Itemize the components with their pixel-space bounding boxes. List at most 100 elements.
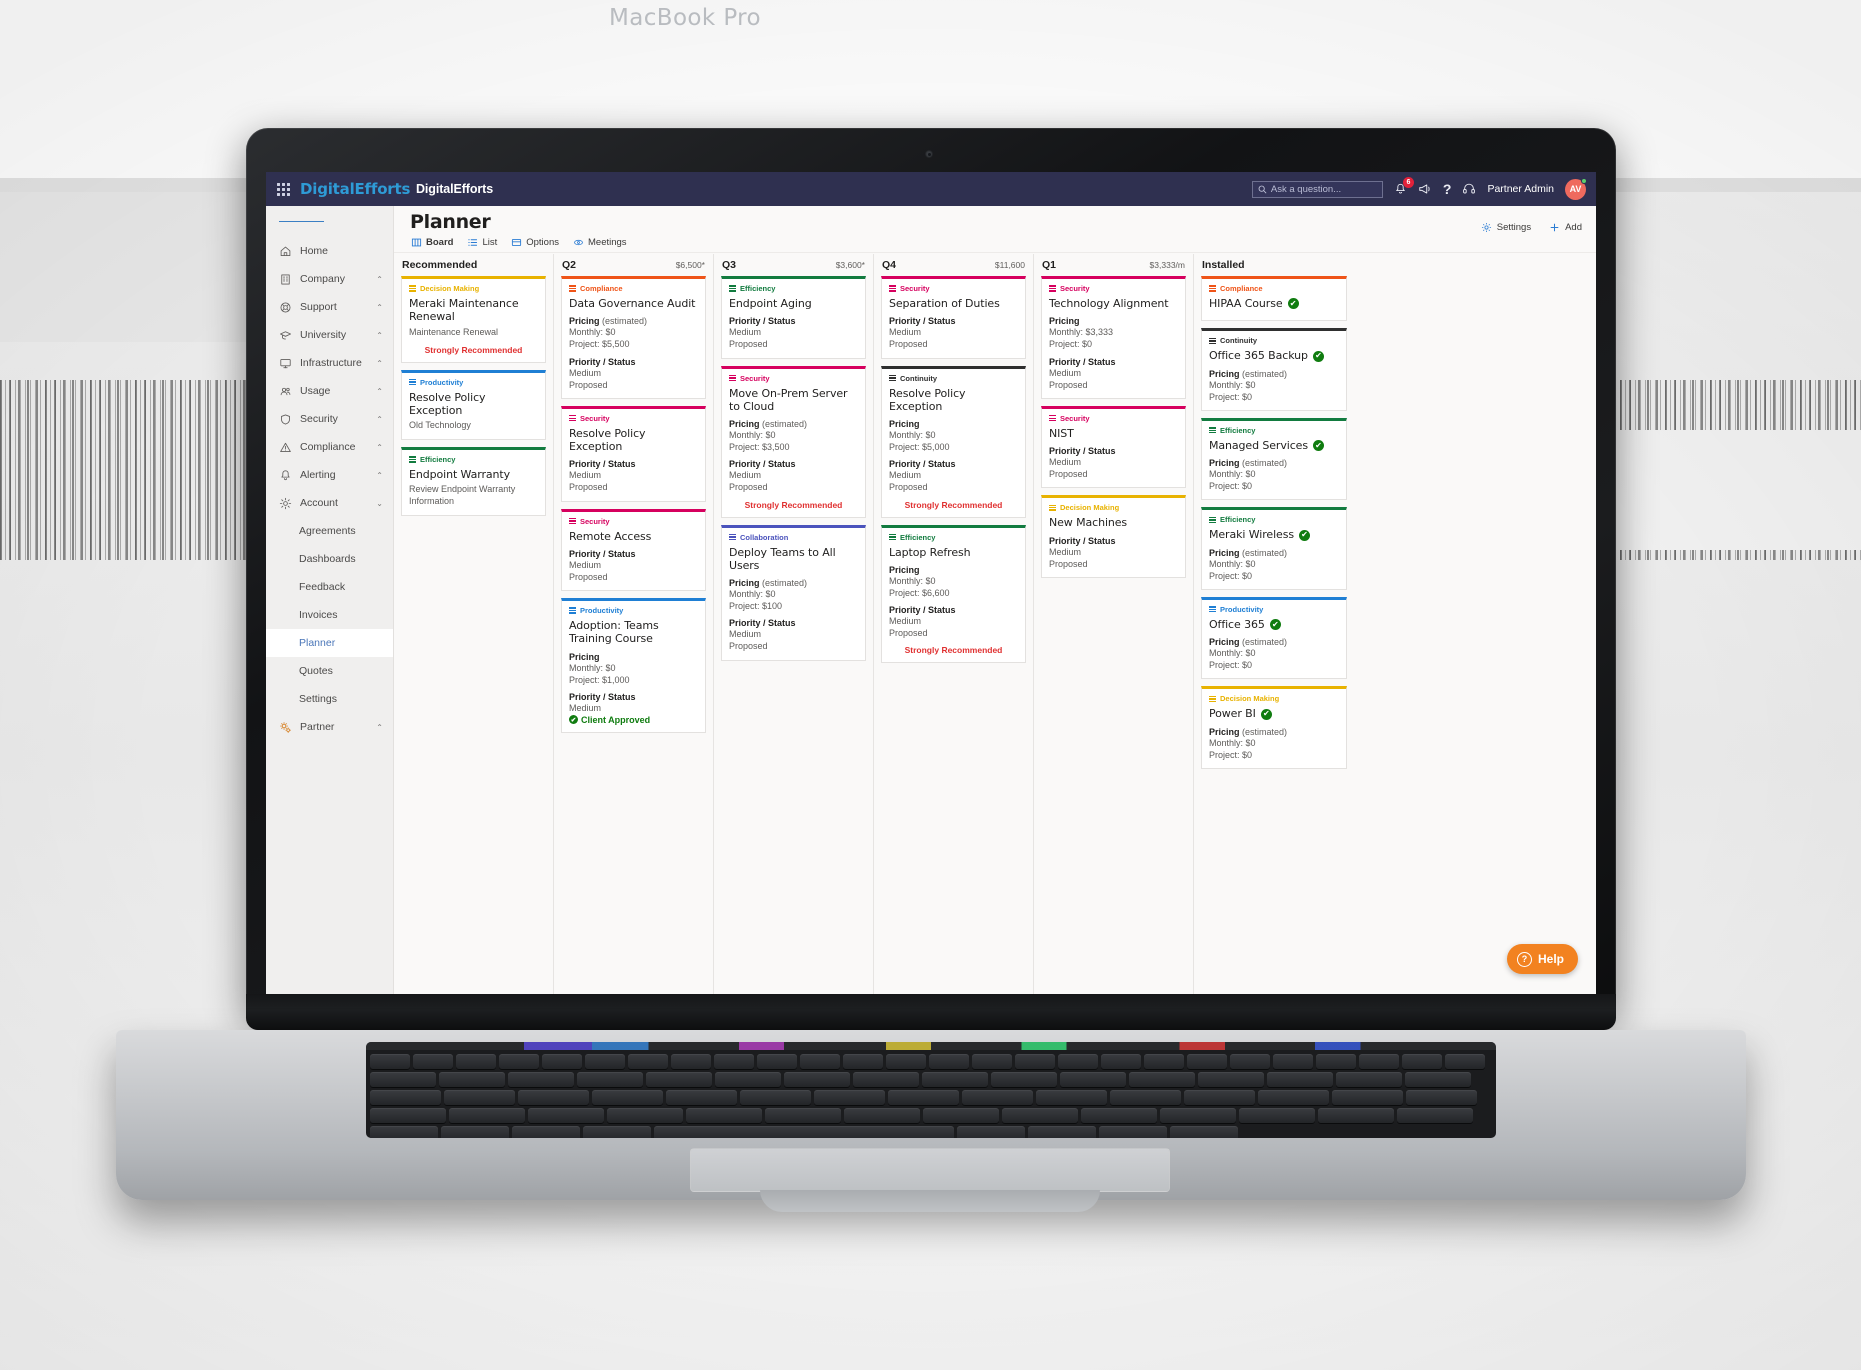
sidebar-item-security[interactable]: Security ⌃	[266, 405, 393, 433]
sidebar-item-usage[interactable]: Usage ⌃	[266, 377, 393, 405]
tab-list[interactable]: List	[467, 237, 497, 248]
hamburger-icon[interactable]	[266, 206, 393, 237]
card-category-label: Continuity	[900, 373, 938, 383]
card-title: Power BI ✔	[1209, 707, 1339, 720]
card-pricing-block: Pricing Monthly: $0 Project: $6,600	[889, 565, 1018, 599]
sidebar-item-support[interactable]: Support ⌃	[266, 293, 393, 321]
pricing-project: Project: $1,000	[569, 674, 630, 685]
planner-card[interactable]: Productivity Office 365 ✔ Pricing (estimate…	[1201, 596, 1347, 680]
user-name[interactable]: Partner Admin	[1487, 183, 1554, 195]
planner-card[interactable]: Continuity Office 365 Backup ✔ Pricing (est…	[1201, 328, 1347, 411]
tab-meetings[interactable]: Meetings	[573, 237, 627, 248]
installed-check-icon: ✔	[1287, 298, 1299, 310]
card-title-text: Deploy Teams to All Users	[729, 545, 836, 572]
card-title-text: Data Governance Audit	[569, 297, 696, 310]
planner-card[interactable]: Security Resolve Policy Exception Priority…	[561, 405, 706, 502]
page-title: Planner	[410, 211, 491, 233]
planner-card[interactable]: Security NIST Priority / Status Medium Propo…	[1041, 405, 1186, 489]
card-category: Compliance	[569, 284, 698, 293]
sidebar-item-alerting[interactable]: Alerting ⌃	[266, 461, 393, 489]
planner-card[interactable]: Decision Making Power BI ✔ Pricing (estimat…	[1201, 686, 1347, 769]
question-circle-icon: ?	[1516, 951, 1532, 967]
sidebar-item-quotes[interactable]: Quotes	[266, 657, 393, 685]
sidebar-item-compliance[interactable]: Compliance ⌃	[266, 433, 393, 461]
card-category-label: Decision Making	[1060, 503, 1120, 513]
priority-status-label: Priority / Status	[1049, 356, 1116, 367]
planner-card[interactable]: Decision Making New Machines Priority / St…	[1041, 495, 1186, 578]
add-button[interactable]: Add	[1549, 222, 1582, 233]
sidebar-item-planner[interactable]: Planner	[266, 629, 393, 657]
planner-card[interactable]: Security Remote Access Priority / Status Me…	[561, 508, 706, 591]
sidebar-item-invoices[interactable]: Invoices	[266, 601, 393, 629]
sidebar-item-university[interactable]: University ⌃	[266, 321, 393, 349]
tab-board[interactable]: Board	[411, 237, 453, 248]
column-header: Recommended	[401, 254, 546, 276]
planner-card[interactable]: Efficiency Managed Services ✔ Pricing (esti…	[1201, 417, 1347, 501]
pricing-note: (estimated)	[602, 316, 648, 327]
card-category-label: Security	[1060, 284, 1090, 293]
options-icon	[511, 237, 522, 248]
pricing-label-text: Pricing	[729, 419, 760, 430]
planner-card[interactable]: Efficiency Meraki Wireless ✔ Pricing (estim…	[1201, 507, 1347, 590]
brand-logo[interactable]: DigitalEfforts	[300, 180, 410, 198]
lines-icon	[409, 456, 416, 463]
planner-card[interactable]: Decision Making Meraki Maintenance Renewa…	[401, 276, 546, 363]
sidebar-item-company[interactable]: Company ⌃	[266, 265, 393, 293]
planner-card[interactable]: Security Technology Alignment Pricing Month…	[1041, 276, 1186, 399]
priority-value: Medium	[569, 367, 602, 378]
megaphone-icon[interactable]	[1418, 182, 1432, 196]
planner-card[interactable]: Productivity Resolve Policy Exception Old …	[401, 369, 546, 440]
sidebar-item-home[interactable]: Home	[266, 237, 393, 265]
bell-icon[interactable]: 6	[1394, 176, 1414, 196]
planner-card[interactable]: Efficiency Endpoint Aging Priority / Statu…	[721, 276, 866, 359]
sidebar-subitem-label: Agreements	[299, 525, 356, 537]
card-priority-block: Priority / Status Medium Proposed	[889, 316, 1018, 350]
card-title-text: NIST	[1049, 426, 1074, 440]
pricing-project: Project: $5,000	[889, 442, 950, 453]
question-mark-icon[interactable]: ?	[1443, 181, 1452, 197]
planner-card[interactable]: Productivity Adoption: Teams Training Cou…	[561, 598, 706, 733]
sidebar-item-partner[interactable]: Partner ⌃	[266, 713, 393, 741]
keyboard-key	[1015, 1054, 1055, 1069]
card-list: Compliance HIPAA Course ✔ Continuity Office …	[1201, 276, 1347, 769]
keyboard-key	[1060, 1072, 1126, 1087]
card-pricing-block: Pricing (estimated) Monthly: $0 Project: $…	[1209, 369, 1339, 403]
keyboard-key	[1406, 1090, 1477, 1105]
keyboard-key	[1198, 1072, 1264, 1087]
pricing-label: Pricing (estimated)	[569, 316, 698, 326]
keyboard-key	[583, 1126, 651, 1138]
sidebar-item-dashboards[interactable]: Dashboards	[266, 545, 393, 573]
card-category: Efficiency	[729, 284, 858, 293]
planner-card[interactable]: Compliance HIPAA Course ✔	[1201, 276, 1347, 322]
pricing-project: Project: $0	[1209, 481, 1253, 492]
sidebar-item-settings[interactable]: Settings	[266, 685, 393, 713]
gear-icon	[1481, 222, 1492, 233]
sidebar-item-agreements[interactable]: Agreements	[266, 517, 393, 545]
keyboard-key	[528, 1108, 604, 1123]
waffle-grid-icon[interactable]	[266, 172, 300, 206]
search-input[interactable]: Ask a question...	[1251, 180, 1383, 198]
chevron-up-icon: ⌃	[376, 274, 383, 284]
planner-card[interactable]: Efficiency Endpoint Warranty Review Endpoi…	[401, 447, 546, 516]
tab-options[interactable]: Options	[511, 237, 559, 248]
sidebar-item-feedback[interactable]: Feedback	[266, 573, 393, 601]
planner-card[interactable]: Efficiency Laptop Refresh Pricing Monthly: …	[881, 524, 1026, 664]
help-label: Help	[1537, 952, 1564, 966]
sidebar-item-infrastructure[interactable]: Infrastructure ⌃	[266, 349, 393, 377]
card-priority-block: Priority / Status Medium Proposed	[889, 605, 1018, 639]
webcam-lens-icon	[927, 152, 931, 156]
planner-card[interactable]: Collaboration Deploy Teams to All Users Pr…	[721, 524, 866, 661]
planner-card[interactable]: Security Separation of Duties Priority / S…	[881, 276, 1026, 359]
priority-value: Medium	[569, 702, 602, 713]
card-pricing-block: Pricing (estimated) Monthly: $0 Project: $…	[1209, 727, 1339, 761]
planner-card[interactable]: Security Move On-Prem Server to Cloud Pric…	[721, 365, 866, 518]
help-button[interactable]: ? Help	[1506, 944, 1578, 974]
settings-button[interactable]: Settings	[1481, 222, 1531, 233]
planner-card[interactable]: Compliance Data Governance Audit Pricing (…	[561, 276, 706, 399]
sidebar-item-account[interactable]: Account ⌄	[266, 489, 393, 517]
status-value: Proposed	[1049, 379, 1088, 390]
planner-card[interactable]: Continuity Resolve Policy Exception Pricin…	[881, 365, 1026, 518]
avatar[interactable]: AV	[1565, 177, 1587, 200]
keyboard	[366, 1042, 1496, 1138]
headset-icon[interactable]	[1462, 182, 1476, 196]
